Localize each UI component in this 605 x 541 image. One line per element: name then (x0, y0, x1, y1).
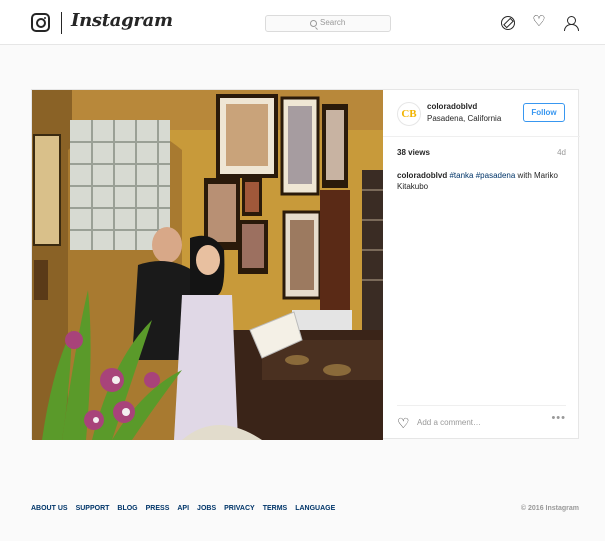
top-navigation: Instagram Search ♡ (0, 0, 605, 45)
instagram-camera-icon[interactable] (31, 13, 50, 32)
hashtag-pasadena[interactable]: #pasadena (476, 171, 516, 180)
profile-icon[interactable] (564, 16, 579, 31)
footer-link-terms[interactable]: Terms (263, 505, 288, 512)
post-location[interactable]: Pasadena, California (427, 114, 501, 123)
post-username[interactable]: coloradoblvd (427, 102, 477, 111)
footer-links: About us Support Blog Press API Jobs Pri… (31, 505, 335, 512)
footer-link-jobs[interactable]: Jobs (197, 505, 216, 512)
post-photo[interactable] (32, 90, 383, 440)
caption-username[interactable]: coloradoblvd (397, 171, 447, 180)
instagram-wordmark[interactable]: Instagram (71, 10, 173, 31)
footer-link-privacy[interactable]: Privacy (224, 505, 255, 512)
post-timestamp[interactable]: 4d (557, 148, 566, 157)
post-sidebar: CB coloradoblvd Pasadena, California Fol… (383, 90, 580, 440)
footer-link-press[interactable]: Press (146, 505, 170, 512)
comment-bar: ♡ Add a comment… ••• (397, 405, 566, 440)
hashtag-tanka[interactable]: #tanka (449, 171, 473, 180)
heart-icon[interactable]: ♡ (397, 415, 410, 432)
search-input[interactable]: Search (265, 15, 391, 32)
footer: About us Support Blog Press API Jobs Pri… (31, 505, 579, 517)
follow-button[interactable]: Follow (523, 103, 565, 122)
search-placeholder: Search (320, 18, 346, 27)
footer-link-about[interactable]: About us (31, 505, 68, 512)
view-count[interactable]: 38 views (397, 148, 430, 157)
more-options-icon[interactable]: ••• (551, 412, 566, 424)
add-comment-input[interactable]: Add a comment… (417, 418, 481, 427)
heart-icon[interactable]: ♡ (532, 14, 546, 29)
footer-link-api[interactable]: API (177, 505, 189, 512)
compass-icon[interactable] (501, 16, 515, 30)
post-header: CB coloradoblvd Pasadena, California Fol… (383, 90, 580, 137)
footer-link-blog[interactable]: Blog (117, 505, 137, 512)
footer-link-language[interactable]: Language (295, 505, 335, 512)
copyright: © 2016 Instagram (520, 505, 579, 512)
post-caption: coloradoblvd #tanka #pasadena with Marik… (397, 170, 567, 192)
avatar-logo-text: CB (401, 108, 417, 120)
avatar[interactable]: CB (397, 102, 421, 126)
footer-link-support[interactable]: Support (76, 505, 110, 512)
logo-divider (61, 12, 62, 34)
search-icon (310, 20, 317, 27)
post-card: CB coloradoblvd Pasadena, California Fol… (31, 89, 580, 440)
